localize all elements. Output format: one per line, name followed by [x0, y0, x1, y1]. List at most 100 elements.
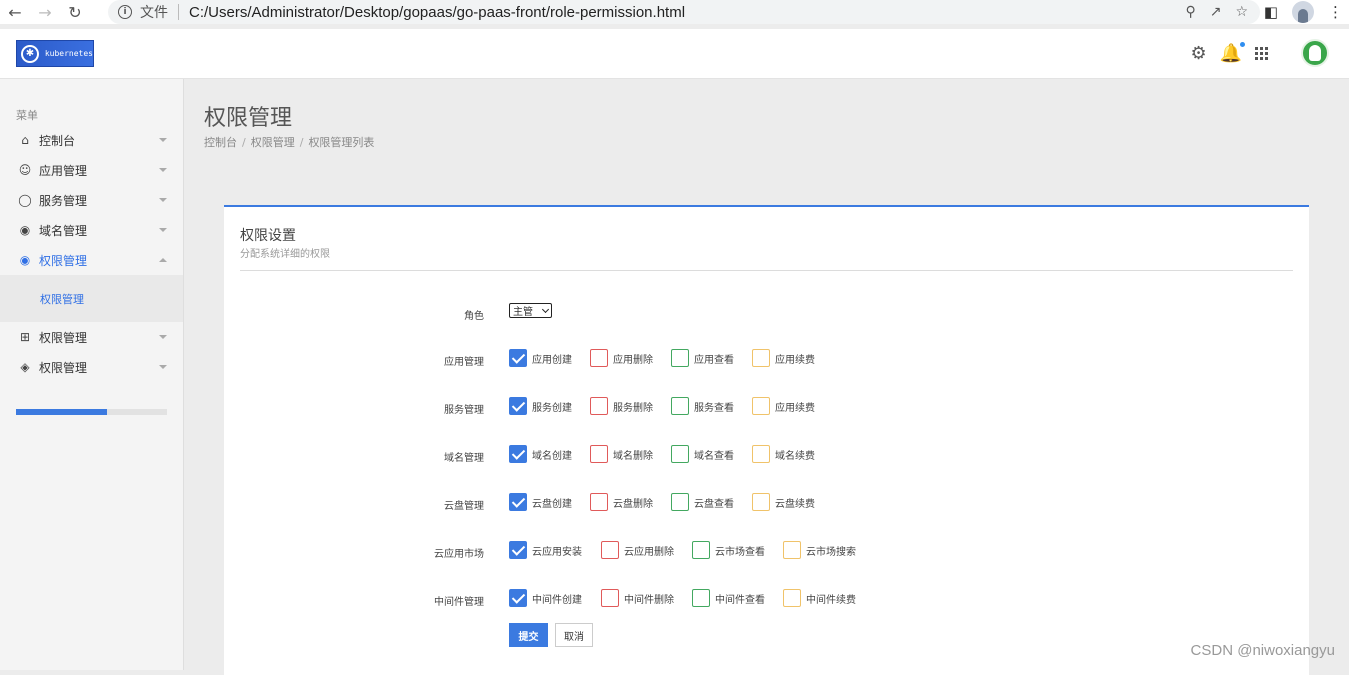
checkbox-view[interactable]: 应用查看 [671, 349, 734, 367]
share-icon[interactable]: ↗ [1210, 4, 1222, 20]
apps-grid-icon[interactable] [1255, 46, 1268, 60]
checkbox-create[interactable]: 域名创建 [509, 445, 572, 463]
checkbox-delete[interactable]: 云盘删除 [590, 493, 653, 511]
checkbox-checked-icon[interactable] [509, 397, 527, 415]
checkbox-renew[interactable]: 中间件续费 [783, 589, 856, 607]
sidebar-item-services[interactable]: ◯ 服务管理 [0, 185, 183, 215]
checkbox-unchecked-icon[interactable] [692, 541, 710, 559]
checkbox-unchecked-icon[interactable] [671, 397, 689, 415]
checkbox-unchecked-icon[interactable] [601, 541, 619, 559]
sidebar-item-label: 应用管理 [39, 163, 88, 178]
checkbox-checked-icon[interactable] [509, 589, 527, 607]
checkbox-delete[interactable]: 服务删除 [590, 397, 653, 415]
checkbox-label: 服务创建 [532, 402, 572, 414]
checkbox-view[interactable]: 域名查看 [671, 445, 734, 463]
breadcrumb-item[interactable]: 控制台 [204, 136, 237, 149]
sidebar-item-label: 权限管理 [39, 253, 88, 268]
checkbox-create[interactable]: 应用创建 [509, 349, 572, 367]
radio-icon: ◉ [19, 253, 31, 267]
checkbox-label: 应用查看 [694, 354, 734, 366]
checkbox-view[interactable]: 服务查看 [671, 397, 734, 415]
checkbox-view[interactable]: 云盘查看 [671, 493, 734, 511]
cancel-button[interactable]: 取消 [555, 623, 593, 647]
profile-icon[interactable] [1292, 1, 1314, 23]
checkbox-delete[interactable]: 中间件删除 [601, 589, 674, 607]
star-icon[interactable]: ☆ [1235, 4, 1248, 20]
checkbox-unchecked-icon[interactable] [590, 493, 608, 511]
smile-icon: ☺ [18, 163, 32, 177]
permission-row-label: 域名管理 [444, 453, 484, 464]
checkbox-unchecked-icon[interactable] [590, 397, 608, 415]
panel-title: 权限设置 [240, 228, 296, 244]
sidebar-item-dashboard[interactable]: ⌂ 控制台 [0, 125, 183, 155]
checkbox-checked-icon[interactable] [509, 445, 527, 463]
url-text[interactable]: C:/Users/Administrator/Desktop/gopaas/go… [189, 4, 685, 21]
sidebar-item-domains[interactable]: ◉ 域名管理 [0, 215, 183, 245]
checkbox-unchecked-icon[interactable] [590, 445, 608, 463]
checkbox-view[interactable]: 中间件查看 [692, 589, 765, 607]
sidebar-item-apps[interactable]: ☺ 应用管理 [0, 155, 183, 185]
permission-row: 云应用市场 云应用安装 云应用删除 云市场查看 云市场搜索 [224, 541, 1309, 563]
checkbox-renew[interactable]: 云市场搜索 [783, 541, 856, 559]
checkbox-unchecked-icon[interactable] [752, 349, 770, 367]
avatar[interactable] [1301, 39, 1329, 67]
checkbox-unchecked-icon[interactable] [752, 445, 770, 463]
chevron-down-icon [541, 305, 550, 314]
address-bar[interactable]: i 文件 C:/Users/Administrator/Desktop/gopa… [108, 0, 1260, 24]
target-icon: ◉ [19, 223, 31, 237]
sidebar-item-permissions-3[interactable]: ◈ 权限管理 [0, 352, 183, 382]
checkbox-unchecked-icon[interactable] [752, 493, 770, 511]
submit-button[interactable]: 提交 [509, 623, 548, 647]
checkbox-label: 应用创建 [532, 354, 572, 366]
header-actions: ⚙ 🔔 [1190, 39, 1329, 67]
checkbox-delete[interactable]: 应用删除 [590, 349, 653, 367]
sidebar-item-permissions[interactable]: ◉ 权限管理 [0, 245, 183, 275]
checkbox-delete[interactable]: 域名删除 [590, 445, 653, 463]
checkbox-unchecked-icon[interactable] [692, 589, 710, 607]
side-panel-icon[interactable]: ◧ [1264, 3, 1278, 21]
checkbox-unchecked-icon[interactable] [671, 493, 689, 511]
checkbox-create[interactable]: 云盘创建 [509, 493, 572, 511]
info-icon[interactable]: i [118, 5, 132, 19]
checkbox-label: 服务删除 [613, 402, 653, 414]
checkbox-renew[interactable]: 应用续费 [752, 349, 815, 367]
checkbox-checked-icon[interactable] [509, 493, 527, 511]
more-menu-icon[interactable]: ⋮ [1328, 3, 1343, 21]
chevron-down-icon [159, 198, 167, 202]
forward-icon[interactable]: → [30, 0, 60, 24]
gear-icon[interactable]: ⚙ [1190, 43, 1206, 64]
breadcrumb-item[interactable]: 权限管理 [251, 136, 295, 149]
checkbox-renew[interactable]: 云盘续费 [752, 493, 815, 511]
checkbox-renew[interactable]: 应用续费 [752, 397, 815, 415]
browser-right-controls: ◧ ⋮ [1264, 0, 1349, 24]
checkbox-unchecked-icon[interactable] [590, 349, 608, 367]
checkbox-label: 域名续费 [775, 450, 815, 462]
permission-row-label: 云盘管理 [444, 501, 484, 512]
sidebar-item-permissions-2[interactable]: ⊞ 权限管理 [0, 322, 183, 352]
checkbox-create[interactable]: 中间件创建 [509, 589, 582, 607]
checkbox-unchecked-icon[interactable] [671, 445, 689, 463]
zoom-icon[interactable]: ⚲ [1185, 4, 1195, 20]
checkbox-label: 应用删除 [613, 354, 653, 366]
kubernetes-logo[interactable]: ✱ kubernetes [16, 40, 94, 67]
checkbox-delete[interactable]: 云应用删除 [601, 541, 674, 559]
checkbox-create[interactable]: 服务创建 [509, 397, 572, 415]
bell-icon[interactable]: 🔔 [1220, 41, 1245, 64]
checkbox-unchecked-icon[interactable] [783, 541, 801, 559]
checkbox-checked-icon[interactable] [509, 349, 527, 367]
logo-text: kubernetes [44, 49, 93, 58]
checkbox-view[interactable]: 云市场查看 [692, 541, 765, 559]
checkbox-unchecked-icon[interactable] [601, 589, 619, 607]
reload-icon[interactable]: ↻ [60, 0, 90, 24]
permission-row: 域名管理 域名创建 域名删除 域名查看 域名续费 [224, 445, 1309, 467]
checkbox-unchecked-icon[interactable] [783, 589, 801, 607]
role-select[interactable]: 主管 [509, 303, 552, 318]
back-icon[interactable]: ← [0, 0, 30, 24]
submenu-item-permissions[interactable]: 权限管理 [0, 275, 183, 322]
checkbox-create[interactable]: 云应用安装 [509, 541, 582, 559]
checkbox-renew[interactable]: 域名续费 [752, 445, 815, 463]
checkbox-unchecked-icon[interactable] [752, 397, 770, 415]
checkbox-label: 中间件续费 [806, 594, 856, 606]
checkbox-unchecked-icon[interactable] [671, 349, 689, 367]
checkbox-checked-icon[interactable] [509, 541, 527, 559]
